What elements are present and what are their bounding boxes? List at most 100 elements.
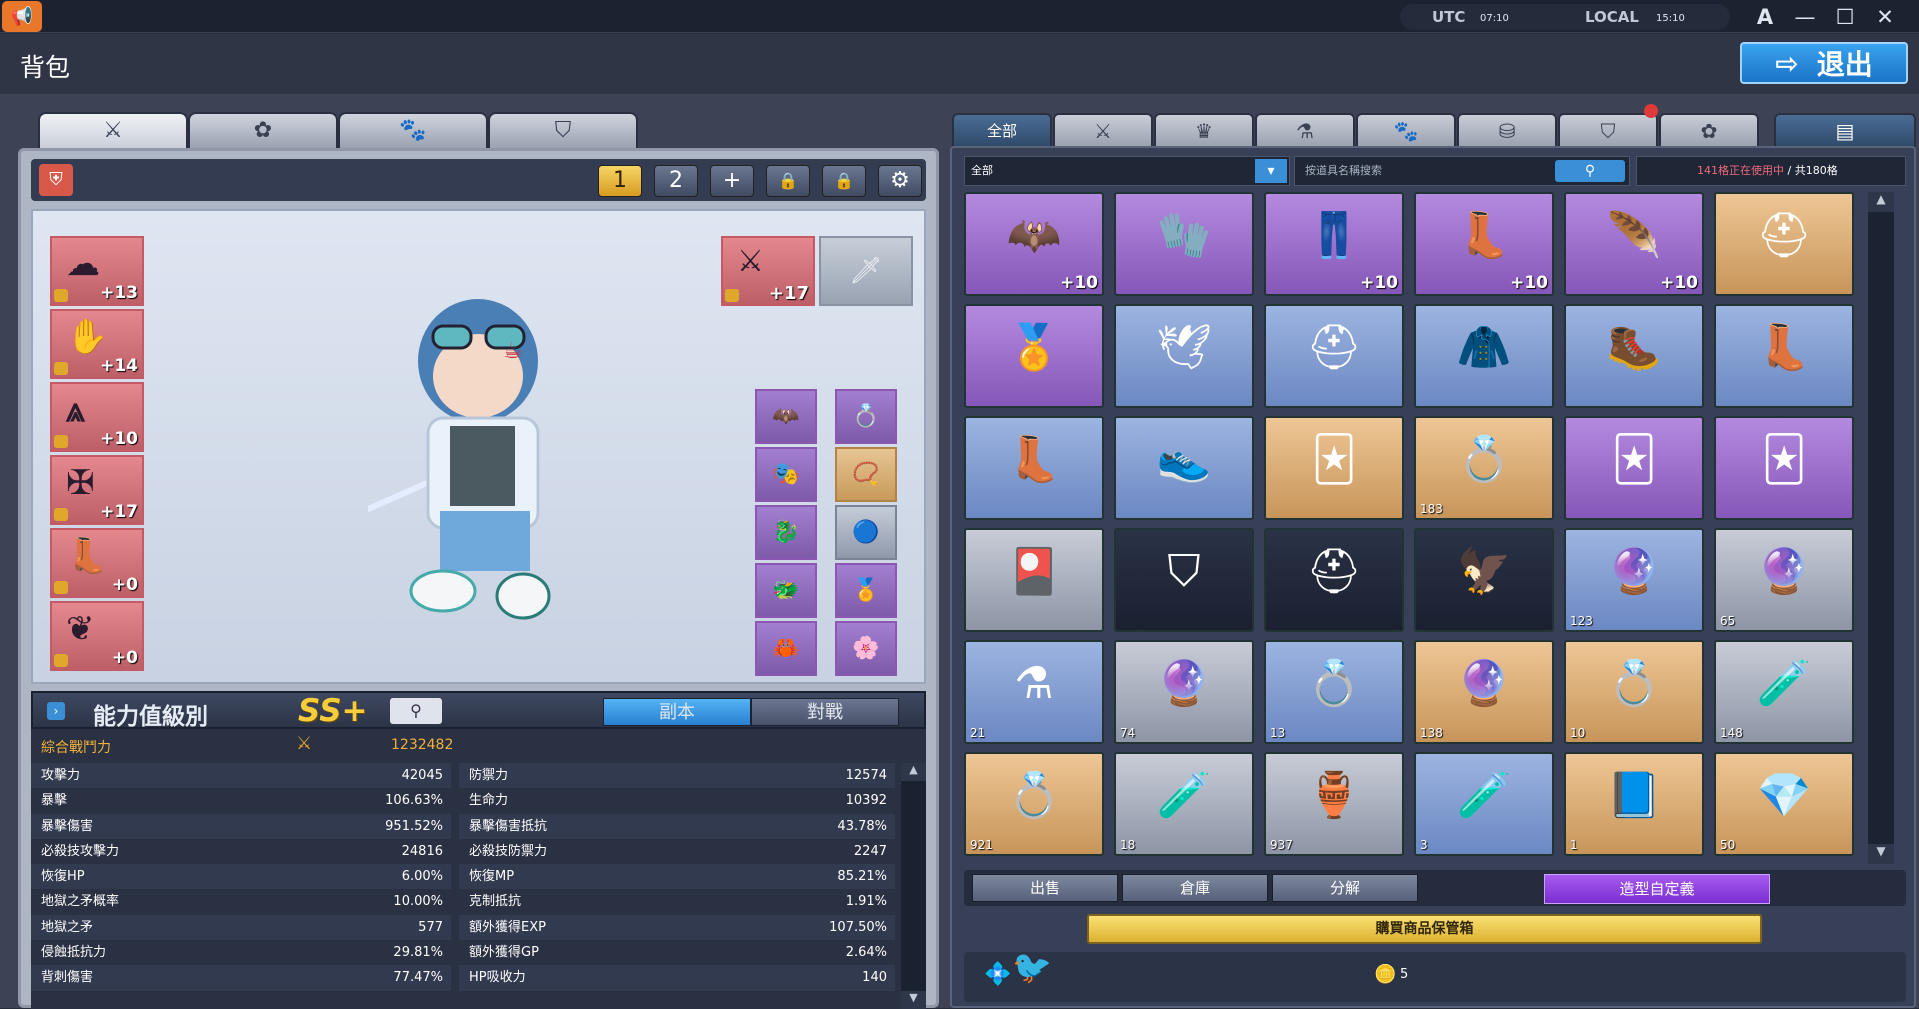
inventory-item[interactable]: 🥾 [1564, 304, 1704, 408]
inventory-item[interactable]: 🦇 +10 [964, 192, 1104, 296]
dismantle-button[interactable]: 分解 [1272, 874, 1418, 902]
inventory-item[interactable]: 🃏 [1564, 416, 1704, 520]
equip-slot-wings[interactable]: ❦ +0 [50, 601, 144, 671]
inventory-item[interactable]: ⛉ [1114, 528, 1254, 632]
search-input[interactable]: 按道具名稱搜索 ⚲ [1294, 156, 1630, 186]
search-icon[interactable]: ⚲ [390, 698, 442, 724]
inventory-item[interactable]: 🏺 937 [1264, 752, 1404, 856]
inventory-item[interactable]: 💎 50 [1714, 752, 1854, 856]
add-preset-button[interactable]: + [710, 165, 754, 197]
inventory-tab[interactable]: 🐾 [1356, 113, 1456, 147]
inventory-item[interactable]: 👟 [1114, 416, 1254, 520]
font-size-button[interactable]: A [1748, 4, 1782, 30]
inventory-item[interactable]: 🪶 +10 [1564, 192, 1704, 296]
inventory-item[interactable]: 📘 1 [1564, 752, 1704, 856]
inventory-item[interactable]: ⛑ [1264, 304, 1404, 408]
inventory-item[interactable]: 🔮 123 [1564, 528, 1704, 632]
inventory-tab[interactable]: ⛉ [1558, 113, 1658, 147]
equip-slot-armor[interactable]: ✠ +17 [50, 455, 144, 525]
inventory-item[interactable]: 🧤 [1114, 192, 1254, 296]
preset-1-button[interactable]: 1 [598, 165, 642, 197]
inventory-item[interactable]: 👢 +10 [1414, 192, 1554, 296]
stat-label: HP吸收力 [469, 970, 526, 986]
inventory-item[interactable]: 🦅 [1414, 528, 1554, 632]
inventory-item[interactable]: 🧪 148 [1714, 640, 1854, 744]
expand-icon[interactable]: › [47, 702, 65, 720]
inventory-item[interactable]: 👢 [964, 416, 1104, 520]
equip-slot-pants[interactable]: ⩓ +10 [50, 382, 144, 452]
inventory-item[interactable]: 🔮 65 [1714, 528, 1854, 632]
inventory-tab[interactable]: ⚔ [1053, 113, 1153, 147]
inventory-item[interactable]: 💍 10 [1564, 640, 1704, 744]
inventory-item[interactable]: 💍 183 [1414, 416, 1554, 520]
inventory-item[interactable]: 🔮 138 [1414, 640, 1554, 744]
accessory-slot[interactable]: 📿 [835, 447, 897, 502]
inventory-item[interactable]: 🕊 [1114, 304, 1254, 408]
inventory-item[interactable]: 🏅 [964, 304, 1104, 408]
inventory-tab[interactable]: ♛ [1154, 113, 1254, 147]
tab-dungeon[interactable]: 副本 [603, 698, 751, 726]
category-select[interactable]: 全部 ▾ [964, 156, 1290, 186]
inventory-item[interactable]: 🧪 18 [1114, 752, 1254, 856]
accessory-slot[interactable]: 🐉 [755, 505, 817, 560]
inventory-item[interactable]: 👖 +10 [1264, 192, 1404, 296]
scroll-down-icon[interactable]: ▼ [1868, 844, 1894, 864]
inventory-item[interactable]: 🔮 74 [1114, 640, 1254, 744]
inventory-item[interactable]: 🃏 [1264, 416, 1404, 520]
inventory-item[interactable]: 👢 [1714, 304, 1854, 408]
equip-slot-hair[interactable]: ☁ +13 [50, 236, 144, 306]
search-icon[interactable]: ⚲ [1555, 160, 1625, 182]
inventory-tab[interactable]: ⚗ [1255, 113, 1355, 147]
exit-button[interactable]: ⇨ 退出 [1740, 42, 1908, 84]
minimize-button[interactable]: — [1788, 4, 1822, 30]
inventory-scrollbar[interactable]: ▲ ▼ [1868, 192, 1894, 864]
stat-value: 1.91% [845, 894, 887, 910]
accessory-slot[interactable]: 🔵 [835, 505, 897, 560]
inventory-tab[interactable]: ▤ [1774, 113, 1916, 147]
inventory-tab[interactable]: 全部 [952, 113, 1052, 147]
tab-pet[interactable]: 🐾 [338, 112, 488, 148]
tab-pvp[interactable]: 對戰 [751, 698, 899, 726]
stats-scrollbar[interactable]: ▲ ▼ [901, 763, 926, 1009]
inventory-tab[interactable]: ⛁ [1457, 113, 1557, 147]
chevron-down-icon[interactable]: ▾ [1255, 159, 1287, 183]
inventory-item[interactable]: 💍 13 [1264, 640, 1404, 744]
inventory-item[interactable]: ⛑ [1714, 192, 1854, 296]
accessory-slot[interactable]: 🎭 [755, 447, 817, 502]
accessory-slot[interactable]: 🦇 [755, 389, 817, 444]
maximize-button[interactable]: ☐ [1828, 4, 1862, 30]
accessory-slot[interactable]: 💍 [835, 389, 897, 444]
accessory-slot[interactable]: 🐲 [755, 563, 817, 618]
inventory-item[interactable]: 🧥 [1414, 304, 1554, 408]
inventory-item[interactable]: 💍 921 [964, 752, 1104, 856]
inventory-item[interactable]: 🎴 [964, 528, 1104, 632]
inventory-item[interactable]: ⛑ [1264, 528, 1404, 632]
inventory-item[interactable]: 🃏 [1714, 416, 1854, 520]
scroll-up-icon[interactable]: ▲ [1868, 192, 1894, 212]
accessory-slot[interactable]: 🌸 [835, 621, 897, 676]
accessory-slot[interactable]: 🏅 [835, 563, 897, 618]
tab-costume[interactable]: ✿ [188, 112, 338, 148]
speaker-icon[interactable]: 📢 [2, 1, 42, 32]
equip-slot-weapon[interactable]: ⚔ +17 [721, 236, 815, 306]
settings-gear-icon[interactable]: ⚙ [878, 165, 922, 197]
tab-guild[interactable]: ⛉ [488, 112, 638, 148]
equip-slot-subweapon-empty[interactable]: 🗡 [819, 236, 913, 306]
lock-icon[interactable]: 🔒 [766, 165, 810, 197]
customize-style-button[interactable]: 造型自定義 [1544, 874, 1770, 904]
accessory-slot[interactable]: 🦀 [755, 621, 817, 676]
inventory-item[interactable]: ⚗ 21 [964, 640, 1104, 744]
buy-storage-box-button[interactable]: 購買商品保管箱 [1087, 914, 1762, 944]
tab-equipment[interactable]: ⚔ [38, 112, 188, 148]
close-button[interactable]: ✕ [1868, 4, 1902, 30]
scroll-up-icon[interactable]: ▲ [901, 763, 926, 781]
inventory-tab[interactable]: ✿ [1659, 113, 1759, 147]
preset-2-button[interactable]: 2 [654, 165, 698, 197]
equip-slot-shoes[interactable]: 👢 +0 [50, 528, 144, 598]
sell-button[interactable]: 出售 [972, 874, 1118, 902]
warehouse-button[interactable]: 倉庫 [1122, 874, 1268, 902]
inventory-item[interactable]: 🧪 3 [1414, 752, 1554, 856]
equip-slot-gloves[interactable]: ✋ +14 [50, 309, 144, 379]
lock-icon[interactable]: 🔒 [822, 165, 866, 197]
scroll-down-icon[interactable]: ▼ [901, 991, 926, 1009]
